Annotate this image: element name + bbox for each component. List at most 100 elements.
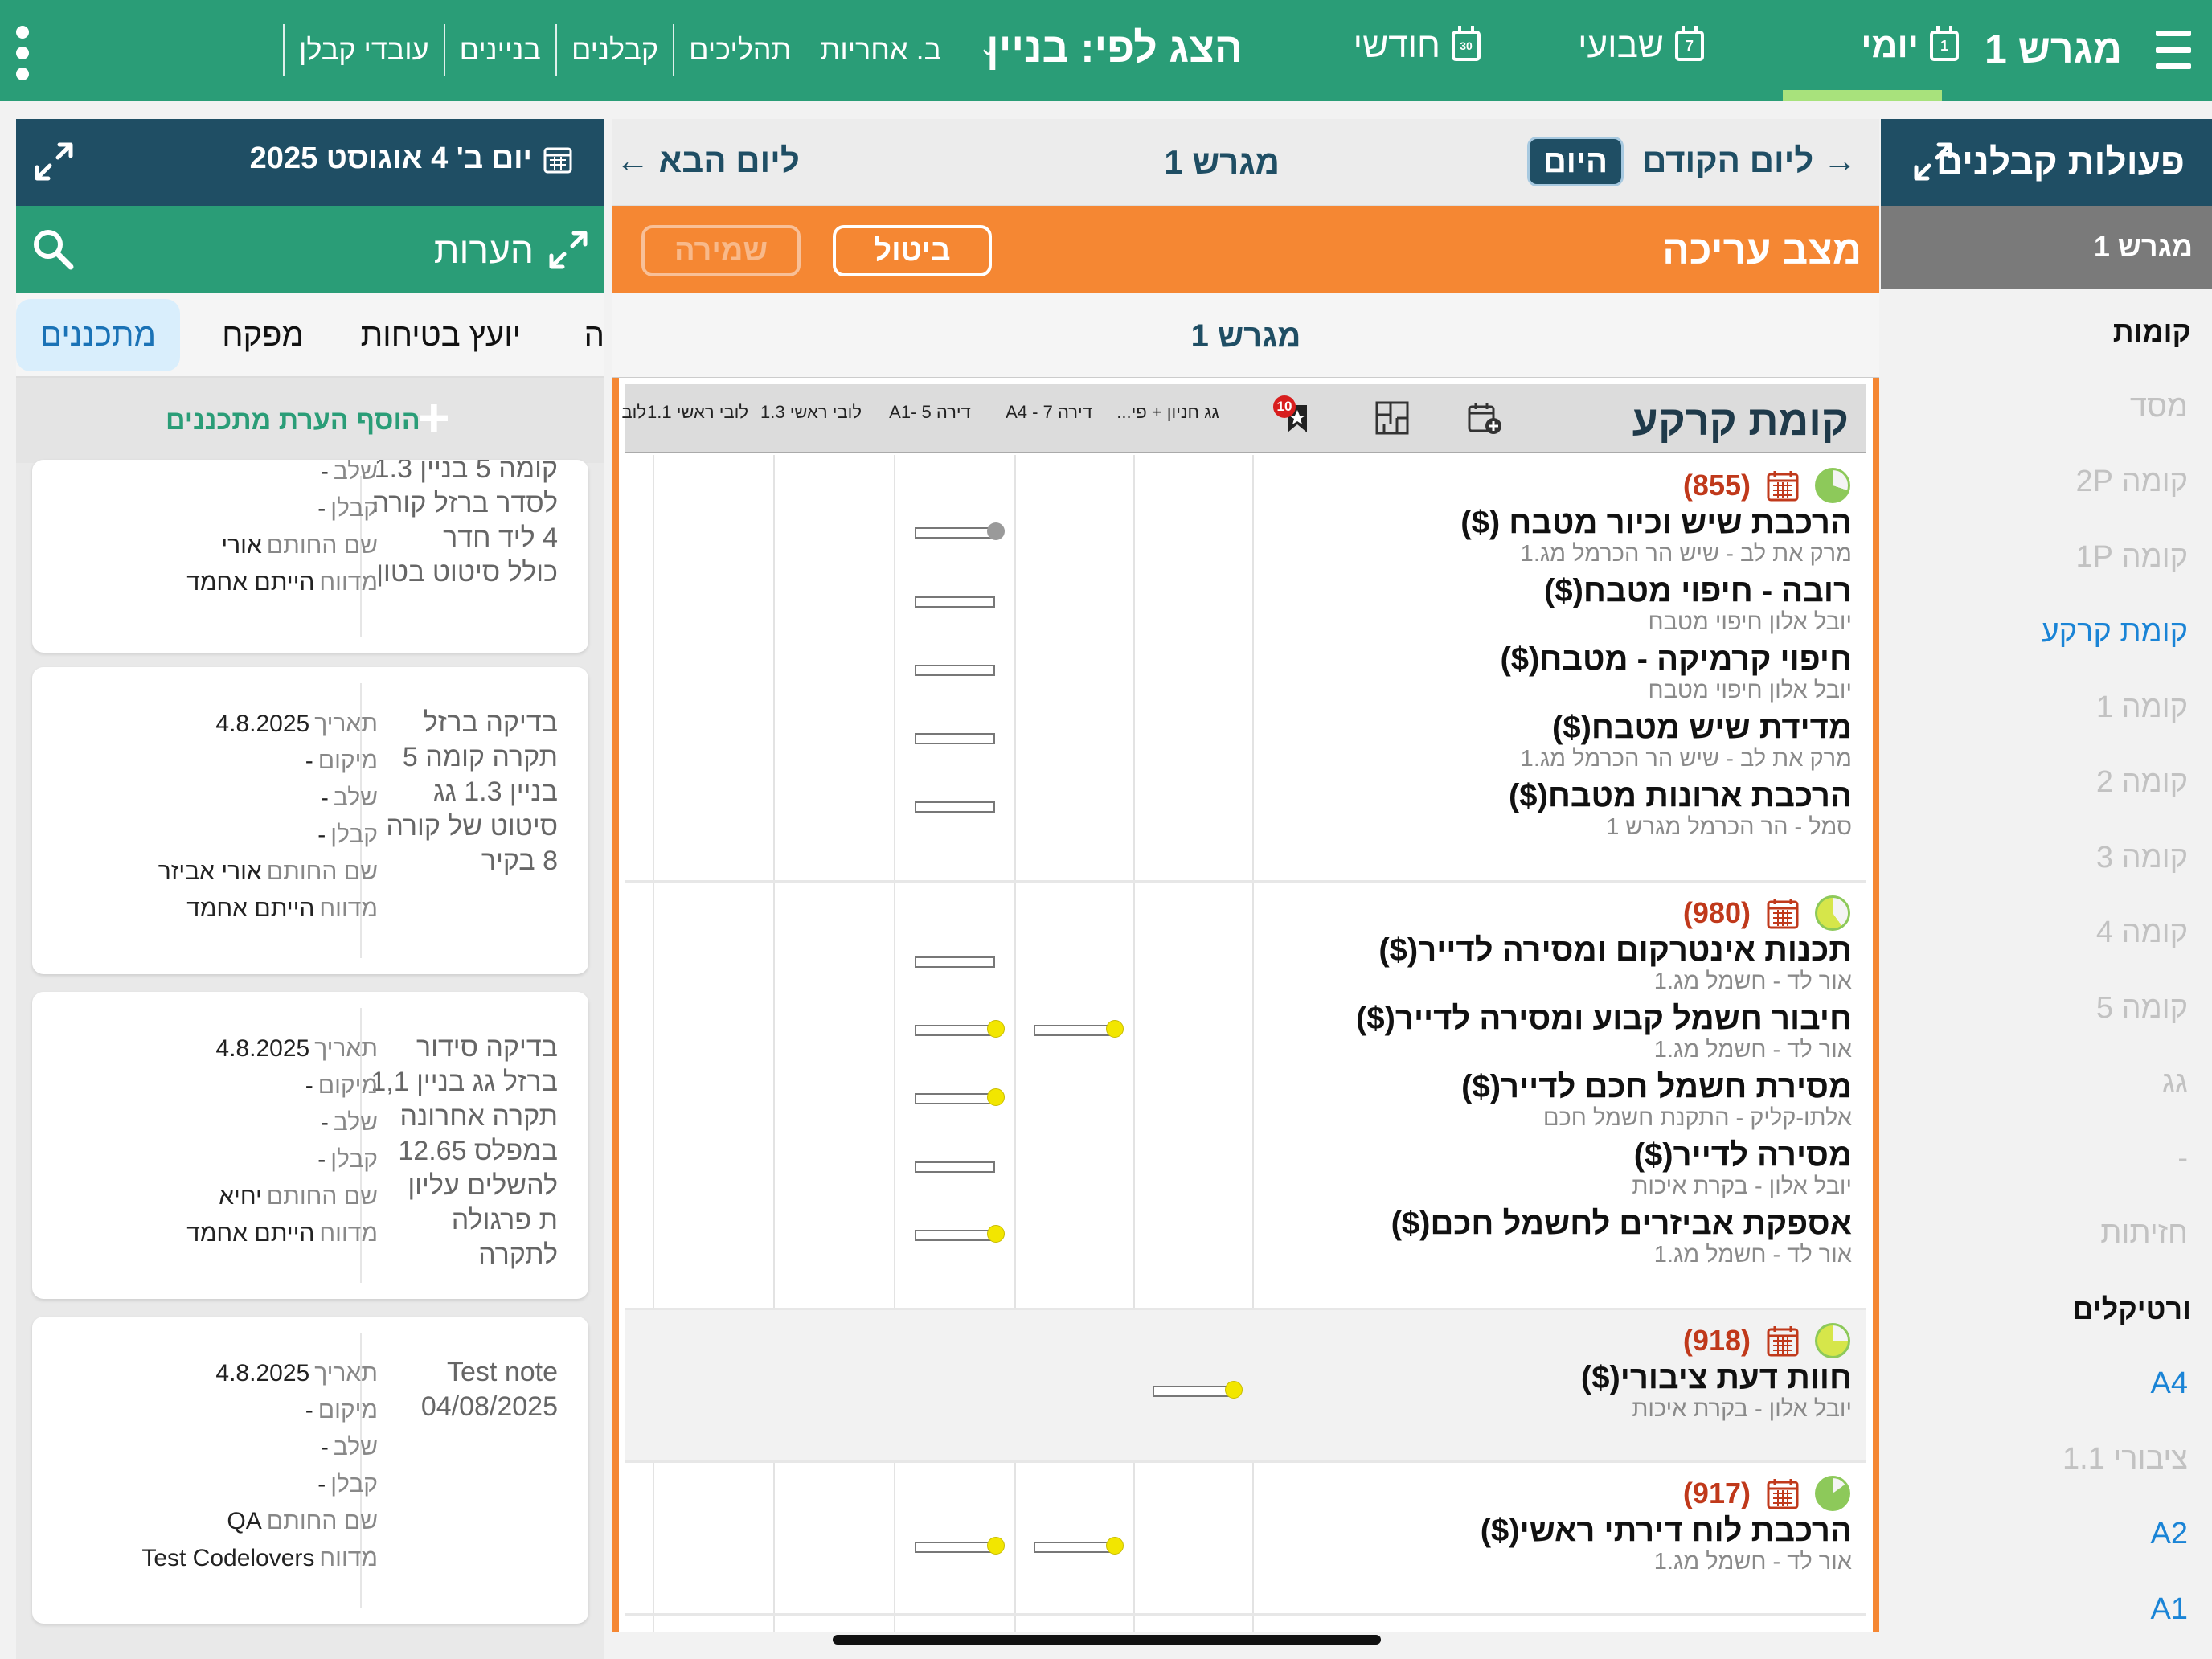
progress-pie-icon[interactable]: [1815, 1476, 1850, 1511]
schedule-bar[interactable]: [1034, 1025, 1114, 1036]
sidebar-item-floor[interactable]: קומה 1: [1881, 670, 2212, 746]
display-by-dropdown[interactable]: הצג לפי: בניין: [986, 24, 1243, 72]
note-card[interactable]: קומה 5 בניין 1.3 לסדר ברזל קורה 4 ליד חד…: [32, 460, 588, 653]
tab-safety-consultant[interactable]: יועץ בטיחות: [361, 299, 521, 371]
schedule-bar[interactable]: [915, 801, 995, 813]
tab-supervisor[interactable]: מפקח: [222, 299, 304, 371]
schedule-bar[interactable]: [915, 1161, 995, 1173]
sidebar-item-floor[interactable]: קומה 3: [1881, 821, 2212, 896]
schedule-bar[interactable]: [915, 527, 995, 539]
sidebar-site[interactable]: מגרש 1: [1881, 206, 2212, 289]
schedule-bar[interactable]: [915, 665, 995, 676]
status-dot[interactable]: [987, 1537, 1005, 1555]
sidebar-item-vertical[interactable]: A1: [1881, 1572, 2212, 1648]
task-name[interactable]: חוות דעת ציבורי($): [1581, 1360, 1852, 1396]
task-name[interactable]: חיפוי קרמיקה - מטבח($): [1500, 641, 1852, 678]
sidebar-item-vertical[interactable]: A4: [1881, 1346, 2212, 1422]
sidebar-item-floor[interactable]: קומה 5: [1881, 971, 2212, 1047]
schedule-bar[interactable]: [915, 956, 995, 968]
notes-date[interactable]: יום ב' 4 אוגוסט 2025: [250, 141, 572, 176]
note-card[interactable]: בדיקה סידור ברזל גג בניין 1,1 תקרה אחרונ…: [32, 992, 588, 1299]
sidebar-item-vertical[interactable]: ציבורי 1.1: [1881, 1422, 2212, 1497]
filter-buildings[interactable]: בניינים: [443, 24, 555, 76]
note-meta-value: -: [320, 784, 329, 811]
filter-contractors[interactable]: קבלנים: [555, 24, 673, 76]
sidebar-item-floor[interactable]: מסד: [1881, 370, 2212, 445]
add-note-button[interactable]: + הוסף הערת מתכננים: [16, 378, 604, 463]
note-meta-value: -: [320, 1434, 329, 1460]
progress-pie-icon[interactable]: [1815, 468, 1850, 503]
filter-contractor-workers[interactable]: עובדי קבלן: [283, 24, 444, 76]
schedule-bar[interactable]: [915, 1025, 995, 1036]
calendar-icon[interactable]: [1767, 897, 1799, 929]
calendar-add-icon[interactable]: [1468, 400, 1503, 436]
task-name[interactable]: חיבור חשמל קבוע ומסירה לדייר($): [1356, 1001, 1852, 1037]
status-dot[interactable]: [1106, 1537, 1124, 1555]
save-button[interactable]: שמירה: [641, 225, 801, 276]
tab-notes-h[interactable]: ה: [584, 299, 604, 371]
sidebar-item-floor[interactable]: חזיתות: [1881, 1196, 2212, 1272]
expand-icon[interactable]: [1911, 140, 1955, 183]
calendar-icon[interactable]: [1767, 469, 1799, 502]
expand-icon[interactable]: [32, 140, 76, 183]
status-dot[interactable]: [987, 522, 1005, 540]
chevron-down-icon[interactable]: ⌄: [978, 34, 998, 62]
schedule-bar[interactable]: [915, 1542, 995, 1553]
note-card[interactable]: בדיקה ברזל תקרה קומה 5 בניין 1.3 גג סיטו…: [32, 667, 588, 974]
home-indicator[interactable]: [833, 1635, 1381, 1645]
today-button[interactable]: היום: [1527, 137, 1624, 186]
calendar-icon[interactable]: [1767, 1477, 1799, 1509]
task-name[interactable]: הרכבת לוח דירתי ראשי($): [1481, 1513, 1852, 1549]
schedule-bar[interactable]: [915, 1093, 995, 1104]
progress-pie-icon[interactable]: [1815, 1323, 1850, 1358]
task-name[interactable]: מסירת חשמל חכם לדייר($): [1461, 1069, 1852, 1105]
floor-plan-icon[interactable]: [1374, 400, 1410, 436]
search-icon[interactable]: [31, 227, 76, 272]
note-meta: תאריך 4.8.2025 מיקום - שלב - קבלן - שם החותם…: [88, 1355, 378, 1577]
sidebar-item-floor[interactable]: גג: [1881, 1046, 2212, 1121]
status-dot[interactable]: [1106, 1020, 1124, 1038]
status-dot[interactable]: [1225, 1381, 1243, 1399]
note-card[interactable]: Test note 04/08/2025 תאריך 4.8.2025 מיקום…: [32, 1317, 588, 1624]
status-dot[interactable]: [987, 1088, 1005, 1106]
sidebar-item-floor[interactable]: קומה 4: [1881, 895, 2212, 971]
sidebar-item-floor[interactable]: קומה 2: [1881, 745, 2212, 821]
sidebar-item-vertical[interactable]: A2: [1881, 1497, 2212, 1572]
tab-daily[interactable]: 1 יומי: [1861, 26, 1959, 66]
cancel-button[interactable]: ביטול: [833, 225, 992, 276]
schedule-bar[interactable]: [915, 733, 995, 744]
status-dot[interactable]: [987, 1225, 1005, 1243]
note-meta-row: קבלן -: [88, 1141, 378, 1178]
tab-weekly[interactable]: 7 שבועי: [1578, 26, 1704, 66]
task-name[interactable]: מדידת שיש מטבח($): [1521, 710, 1852, 746]
task-name[interactable]: מסירה לדייר($): [1632, 1137, 1852, 1174]
filter-processes[interactable]: תהליכים: [673, 24, 805, 76]
tab-monthly[interactable]: 30 חודשי: [1354, 26, 1481, 66]
schedule-bar[interactable]: [915, 1230, 995, 1241]
task-name[interactable]: תכנות אינטרקום ומסירה לדייר($): [1378, 932, 1852, 969]
task-name[interactable]: אספקת אביזרים לחשמל חכם($): [1391, 1206, 1852, 1242]
schedule-bar[interactable]: [915, 596, 995, 608]
sidebar-item-floor[interactable]: קומה 1P: [1881, 520, 2212, 596]
more-options-icon[interactable]: [16, 26, 29, 80]
note-meta-value: -: [317, 1146, 326, 1173]
filter-responsibility[interactable]: ב. אחריות: [805, 24, 956, 76]
hamburger-menu-icon[interactable]: [2156, 31, 2191, 69]
task-name[interactable]: הרכבת שיש וכיור מטבח ($): [1460, 505, 1852, 541]
task-name[interactable]: רובה - חיפוי מטבח($): [1544, 573, 1852, 609]
expand-icon[interactable]: [547, 228, 590, 272]
status-dot[interactable]: [987, 1020, 1005, 1038]
calendar-icon[interactable]: [1767, 1325, 1799, 1357]
next-day-button[interactable]: ליום הבא ←: [616, 141, 800, 180]
schedule-bar[interactable]: [1034, 1542, 1114, 1553]
sidebar-item-floor[interactable]: -: [1881, 1121, 2212, 1197]
tab-weekly-label: שבועי: [1578, 26, 1664, 65]
sidebar-item-floor[interactable]: קומה 2P: [1881, 444, 2212, 520]
progress-pie-icon[interactable]: [1815, 895, 1850, 931]
prev-day-button[interactable]: → ליום הקודם: [1642, 141, 1857, 180]
sidebar-floors-header: קומות: [2112, 315, 2191, 348]
sidebar-item-floor-active[interactable]: קומת קרקע: [1881, 595, 2212, 670]
schedule-bar[interactable]: [1153, 1386, 1233, 1397]
task-name[interactable]: הרכבת ארונות מטבח($): [1509, 778, 1852, 814]
tab-planners[interactable]: מתכננים: [16, 299, 180, 371]
